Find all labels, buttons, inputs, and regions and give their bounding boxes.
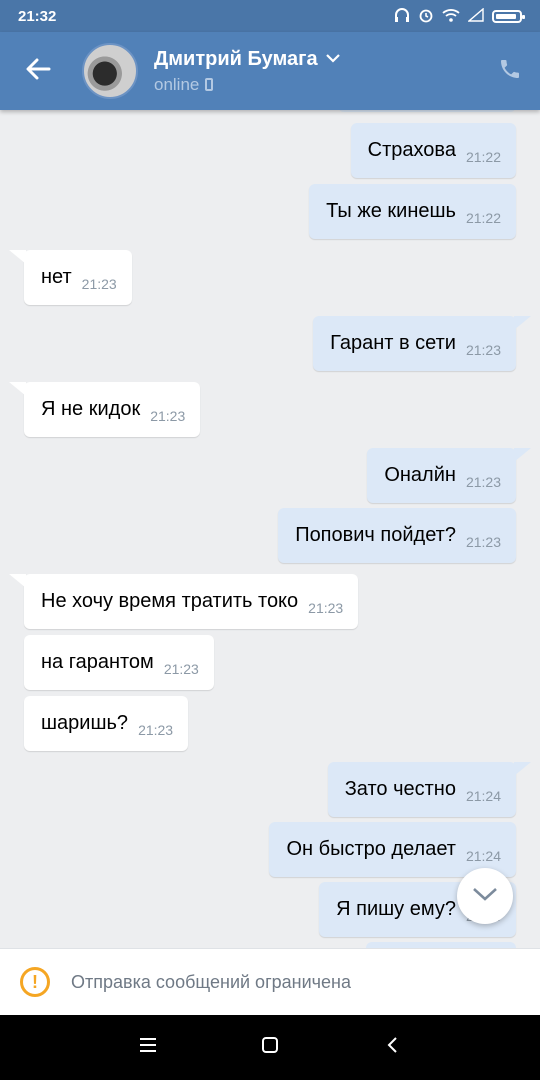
- bubble-tail: [9, 574, 26, 588]
- message-bubble-partial: [338, 110, 516, 112]
- message-text: Страхова: [367, 139, 456, 161]
- message-time: 21:23: [150, 407, 186, 424]
- message-time: 21:23: [163, 660, 199, 677]
- outgoing-message[interactable]: Оналйн 21:23: [367, 448, 516, 503]
- peer-info[interactable]: Дмитрий Бумага online: [154, 48, 480, 95]
- arrow-left-icon: [25, 58, 51, 85]
- back-icon: [385, 1036, 399, 1059]
- chat-header: Дмитрий Бумага online: [0, 32, 540, 110]
- bubble-tail: [9, 382, 26, 396]
- message-text: шаришь?: [41, 712, 129, 734]
- message-time: 21:23: [465, 533, 501, 550]
- incoming-message[interactable]: Не хочу время тратить токо 21:23: [24, 574, 359, 629]
- message-text: Он быстро делает: [286, 838, 456, 860]
- incoming-message[interactable]: нет 21:23: [24, 250, 132, 305]
- bubble-tail: [514, 762, 531, 776]
- bubble-tail: [9, 250, 26, 264]
- battery-icon: [492, 9, 525, 23]
- back-button[interactable]: [0, 32, 76, 110]
- home-icon: [261, 1036, 279, 1059]
- outgoing-message[interactable]: Гарант в сети 21:23: [313, 316, 516, 371]
- message-time: 21:24: [465, 787, 501, 804]
- outgoing-message[interactable]: Зато честно 21:24: [327, 762, 516, 817]
- warning-icon: !: [20, 967, 50, 997]
- message-list[interactable]: Страхова 21:22 Ты же кинешь 21:22 нет 21:23 Га…: [0, 110, 540, 948]
- message-text: Я не кидок: [41, 398, 141, 420]
- message-text: Не хочу время тратить токо: [41, 590, 299, 612]
- phone-icon: [498, 57, 522, 86]
- message-text: Я пишу ему?: [336, 898, 456, 920]
- incoming-message[interactable]: на гарантом 21:23: [24, 635, 214, 690]
- message-time: 21:23: [465, 473, 501, 490]
- menu-icon: [139, 1037, 157, 1058]
- peer-status: online: [154, 74, 200, 94]
- outgoing-message[interactable]: Страхова 21:22: [350, 123, 516, 178]
- peer-name: Дмитрий Бумага: [154, 47, 318, 70]
- message-text: Зато честно: [344, 778, 456, 800]
- message-time: 21:23: [465, 341, 501, 358]
- signal-icon: [467, 6, 484, 25]
- system-back-button[interactable]: [372, 1028, 412, 1068]
- message-text: Ты же кинешь: [326, 200, 456, 222]
- message-text: нет: [41, 266, 72, 288]
- message-time: 21:22: [465, 209, 501, 226]
- message-text: Попович пойдет?: [295, 524, 456, 546]
- restriction-banner: ! Отправка сообщений ограничена: [0, 948, 540, 1015]
- headphones-icon: [394, 7, 410, 25]
- bubble-tail: [514, 448, 531, 462]
- outgoing-message[interactable]: Попович пойдет? 21:23: [278, 508, 516, 563]
- status-time: 21:32: [18, 7, 57, 25]
- battery-level: [496, 13, 516, 19]
- scroll-down-button[interactable]: [457, 868, 513, 924]
- message-text: Оналйн: [384, 464, 456, 486]
- home-button[interactable]: [250, 1028, 290, 1068]
- mobile-phone-icon: [205, 78, 214, 91]
- message-time: 21:23: [138, 721, 174, 738]
- status-icons: [394, 6, 525, 26]
- incoming-message[interactable]: Я не кидок 21:23: [24, 382, 201, 437]
- message-time: 21:23: [308, 599, 344, 616]
- wifi-icon: [442, 8, 460, 25]
- status-bar: 21:32: [0, 0, 540, 32]
- incoming-message[interactable]: шаришь? 21:23: [24, 696, 189, 751]
- message-time: 21:22: [465, 148, 501, 165]
- call-button[interactable]: [480, 32, 540, 110]
- message-time: 21:24: [465, 847, 501, 864]
- chevron-down-icon: [325, 50, 340, 68]
- system-nav-bar: [0, 1015, 540, 1080]
- message-text: Гарант в сети: [330, 332, 456, 354]
- restriction-text: Отправка сообщений ограничена: [71, 971, 351, 992]
- message-time: 21:23: [81, 275, 117, 292]
- alarm-icon: [418, 7, 434, 26]
- avatar[interactable]: [82, 43, 138, 99]
- menu-button[interactable]: [128, 1028, 168, 1068]
- chevron-down-icon: [472, 886, 498, 907]
- message-text: на гарантом: [41, 651, 154, 673]
- bubble-tail: [514, 316, 531, 330]
- outgoing-message[interactable]: Ты же кинешь 21:22: [309, 184, 516, 239]
